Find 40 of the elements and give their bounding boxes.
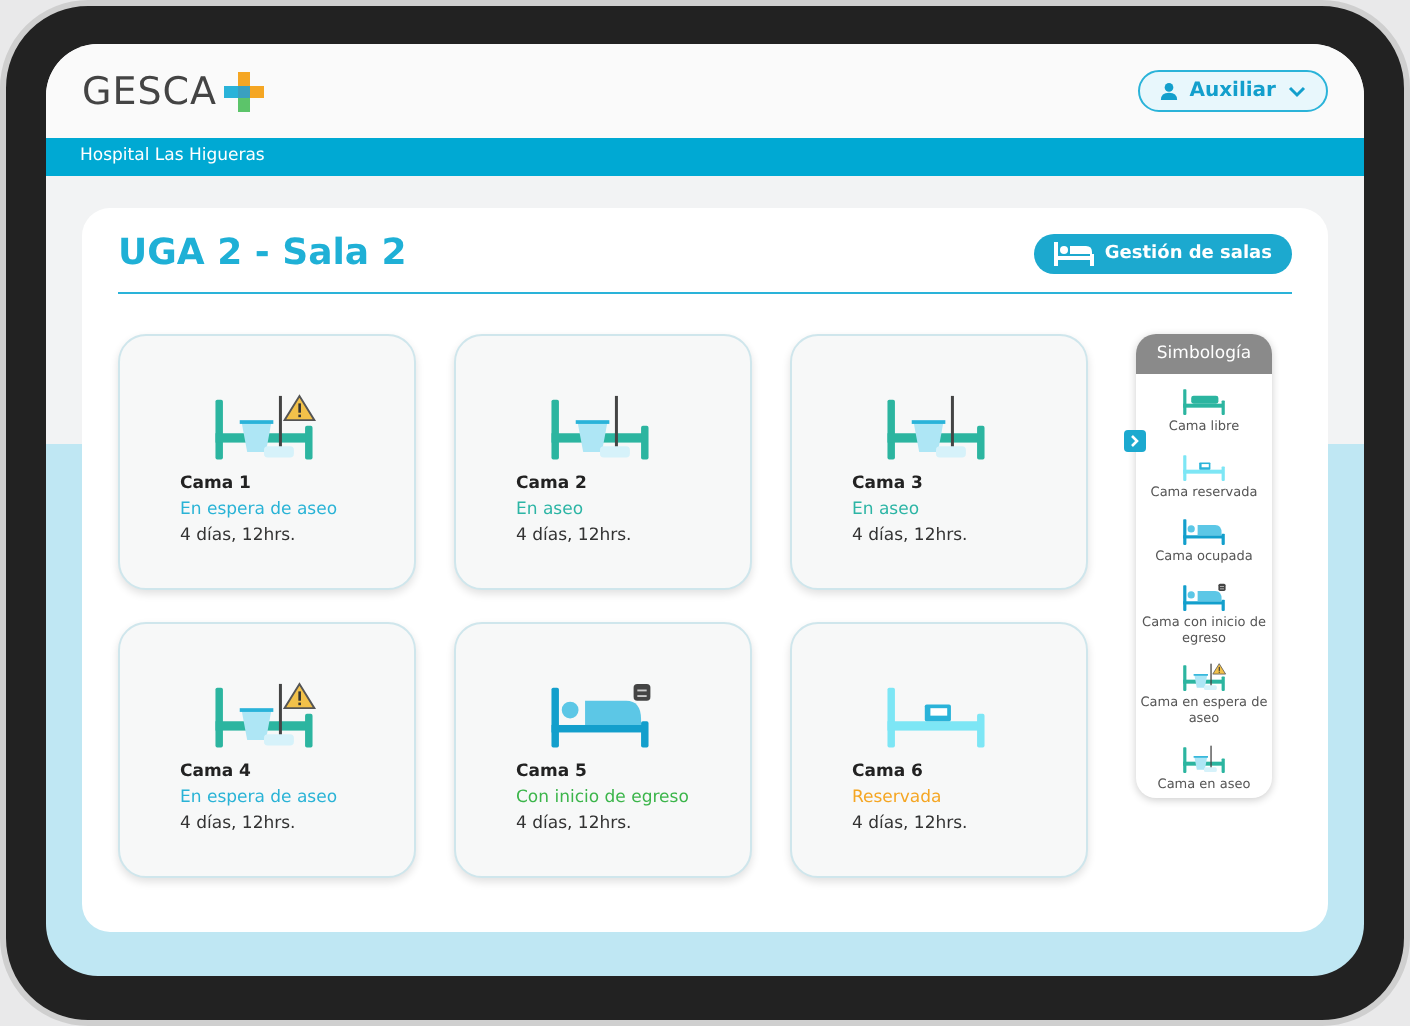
bed-card[interactable]: Cama 4 En espera de aseo 4 días, 12hrs. [118,622,416,878]
user-icon [1159,82,1178,100]
bed-status: Con inicio de egreso [516,787,691,808]
bed-time: 4 días, 12hrs. [516,813,634,834]
bed-icon [1180,516,1228,547]
bed-status: Reservada [852,787,944,808]
bed-status: En aseo [516,499,586,520]
bed-status: En espera de aseo [180,499,340,520]
bed-icon [1054,241,1095,265]
chevron-down-icon [1288,85,1306,97]
bed-icon [1180,451,1228,482]
bed-icon [1180,582,1228,612]
bed-time: 4 días, 12hrs. [852,525,970,546]
bed-status: En aseo [852,499,922,520]
bed-card[interactable]: Cama 2 En aseo 4 días, 12hrs. [454,334,752,590]
bed-icon [1180,662,1228,693]
legend-title: Simbología [1136,334,1272,374]
hospital-name: Hospital Las Higueras [46,138,1364,176]
cross-logo-icon [223,71,264,111]
bed-name: Cama 3 [852,473,925,494]
bed-name: Cama 6 [852,761,925,782]
bed-card[interactable]: Cama 6 Reservada 4 días, 12hrs. [790,622,1088,878]
bed-name: Cama 1 [180,473,253,494]
bed-time: 4 días, 12hrs. [852,813,970,834]
bed-time: 4 días, 12hrs. [180,813,298,834]
bed-name: Cama 5 [516,761,589,782]
room-title: UGA 2 - Sala 2 [118,232,407,274]
chevron-right-icon [1130,434,1140,448]
bed-icon [1180,743,1228,774]
bed-card[interactable]: Cama 3 En aseo 4 días, 12hrs. [790,334,1088,590]
expand-button[interactable] [1124,430,1146,452]
bed-name: Cama 4 [180,761,253,782]
bed-time: 4 días, 12hrs. [180,525,298,546]
bed-time: 4 días, 12hrs. [516,525,634,546]
bed-card[interactable]: Cama 1 En espera de aseo 4 días, 12hrs. [118,334,416,590]
bed-status: En espera de aseo [180,787,340,808]
bed-name: Cama 2 [516,473,589,494]
bed-icon [1180,386,1228,416]
bed-card[interactable]: Cama 5 Con inicio de egreso 4 días, 12hrs. [454,622,752,878]
logo-text: GESCA [82,69,218,113]
